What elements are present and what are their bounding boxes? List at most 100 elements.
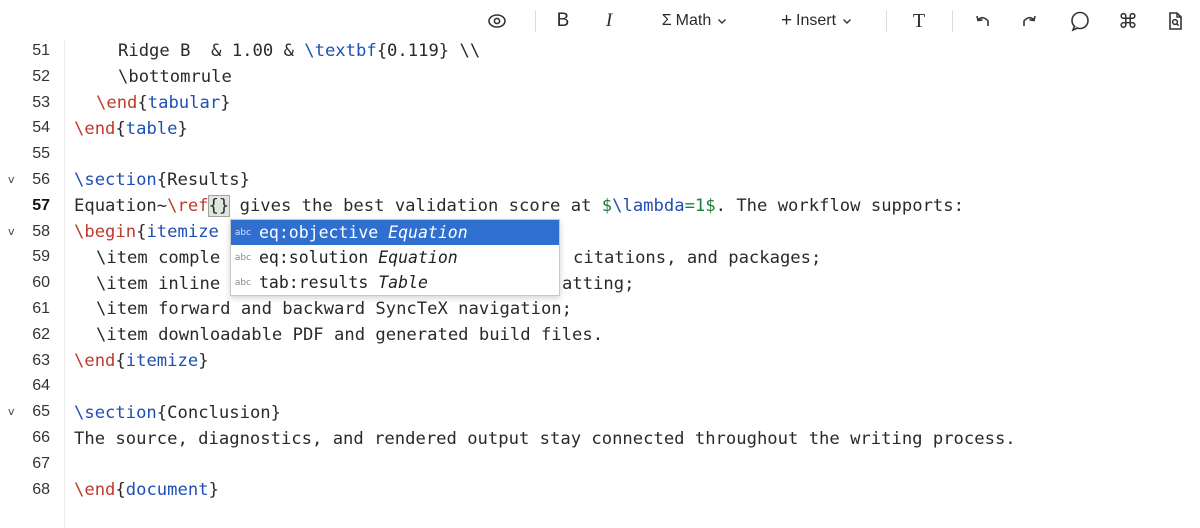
text-format-button[interactable]: T — [906, 8, 932, 34]
code-line-60[interactable]: \item inline — [74, 271, 220, 297]
environment-name: itemize — [146, 222, 219, 242]
chevron-down-icon — [718, 19, 727, 24]
code-line-53[interactable]: \end{tabular} — [74, 90, 231, 116]
line-number: 63 — [32, 351, 50, 369]
line-number: 59 — [32, 248, 50, 266]
code-line-66[interactable]: The source, diagnostics, and rendered ou… — [74, 426, 1016, 452]
italic-button[interactable]: I — [596, 8, 622, 34]
brace: { — [136, 222, 147, 242]
line-number: 52 — [32, 67, 50, 85]
line-number-gutter: 51 52 53 54 55 56 v 57 58 v 59 60 61 62 63 64 65 v 66 67 68 — [0, 40, 65, 528]
fold-toggle-icon[interactable]: v — [8, 167, 22, 193]
line-number: 54 — [32, 119, 50, 137]
line-number: 55 — [32, 145, 50, 163]
code-line-58[interactable]: \begin{itemize — [74, 219, 219, 245]
code-line-54[interactable]: \end{table} — [74, 116, 188, 142]
latex-command: \end — [74, 480, 116, 500]
autocomplete-popup: abc eq:objective Equation abc eq:solution … — [230, 219, 560, 296]
brace: { — [115, 480, 126, 500]
completion-type: Equation — [378, 248, 458, 267]
environment-name: document — [125, 480, 209, 500]
brace: } — [239, 170, 250, 190]
code-line-57[interactable]: Equation~\ref{} gives the best validatio… — [74, 193, 964, 219]
toolbar-separator — [886, 10, 887, 32]
code-line-56[interactable]: \section{Results} — [74, 167, 250, 193]
section-title: Conclusion — [167, 403, 271, 423]
code-text: \item inline — [96, 274, 221, 294]
text-format-label: T — [912, 9, 926, 32]
code-line-60-tail: atting; — [562, 271, 634, 297]
line-number: 53 — [32, 93, 50, 111]
undo-icon — [976, 15, 989, 26]
autocomplete-item[interactable]: abc eq:objective Equation — [231, 220, 559, 245]
code-text: . The workflow supports: — [715, 196, 964, 216]
brace: { — [115, 119, 126, 139]
code-line-68[interactable]: \end{document} — [74, 477, 219, 503]
latex-command: \ref — [167, 196, 209, 216]
code-text: atting; — [562, 274, 635, 294]
italic-label: I — [605, 10, 613, 31]
toolbar-separator — [952, 10, 953, 32]
fold-toggle-icon[interactable]: v — [8, 399, 22, 425]
code-line-65[interactable]: \section{Conclusion} — [74, 400, 281, 426]
review-document-button[interactable] — [1162, 8, 1188, 34]
environment-name: table — [125, 119, 178, 139]
bold-button[interactable]: B — [550, 8, 576, 34]
brace: { — [156, 403, 168, 423]
document-search-icon — [1169, 12, 1182, 30]
code-text: {0.119} \\ — [376, 41, 481, 61]
code-line-51[interactable]: Ridge B & 1.00 & \textbf{0.119} \\ — [74, 38, 480, 64]
code-text: \item downloadable PDF and generated bui… — [96, 325, 604, 345]
environment-name: tabular — [147, 93, 221, 113]
editor-toolbar: B I Σ Math + Insert T ⌘ — [0, 0, 1200, 40]
insert-label: Insert — [796, 12, 837, 29]
code-line-59[interactable]: \item comple — [74, 245, 220, 271]
code-line-62[interactable]: \item downloadable PDF and generated bui… — [74, 322, 603, 348]
code-text: citations, and packages; — [573, 248, 822, 268]
completion-label: tab:results — [259, 273, 369, 292]
latex-command: \section — [74, 403, 157, 423]
math-menu-button[interactable]: Σ Math — [652, 8, 738, 34]
math-command: \lambda — [612, 196, 685, 216]
bold-label: B — [556, 10, 570, 31]
insert-menu-button[interactable]: + Insert — [772, 8, 862, 34]
code-line-52[interactable]: \bottomrule — [74, 64, 232, 90]
math-content: =1$ — [684, 196, 716, 216]
code-text: \bottomrule — [118, 67, 232, 87]
preview-toggle-button[interactable] — [482, 8, 512, 34]
brace: } — [220, 93, 231, 113]
text-badge-icon: abc — [234, 278, 252, 288]
code-line-61[interactable]: \item forward and backward SyncTeX navig… — [74, 296, 572, 322]
line-number: 66 — [32, 429, 50, 446]
comment-button[interactable] — [1066, 8, 1094, 34]
cursor-brace-pair: {} — [207, 195, 231, 217]
command-palette-button[interactable]: ⌘ — [1114, 8, 1142, 34]
eye-icon — [488, 14, 506, 28]
comment-icon — [1071, 11, 1089, 32]
latex-command: \end — [74, 351, 116, 371]
line-number: 61 — [32, 300, 50, 317]
line-number: 67 — [32, 454, 50, 472]
code-text: The source, diagnostics, and rendered ou… — [74, 429, 1016, 449]
autocomplete-item[interactable]: abc eq:solution Equation — [231, 245, 559, 270]
latex-command: \begin — [74, 222, 137, 242]
fold-toggle-icon[interactable]: v — [8, 219, 22, 245]
redo-button[interactable] — [1016, 8, 1042, 34]
code-text: gives the best validation score at — [229, 196, 602, 216]
latex-command: \end — [74, 119, 116, 139]
text-badge-icon: abc — [234, 253, 252, 263]
latex-command: \textbf — [304, 41, 377, 61]
command-icon: ⌘ — [1118, 9, 1138, 33]
brace: { — [137, 93, 148, 113]
undo-button[interactable] — [970, 8, 996, 34]
autocomplete-item[interactable]: abc tab:results Table — [231, 270, 559, 295]
math-label: Math — [675, 12, 712, 29]
code-line-63[interactable]: \end{itemize} — [74, 348, 209, 374]
plus-icon: + — [780, 10, 793, 31]
code-text: \item forward and backward SyncTeX navig… — [96, 299, 572, 319]
brace: } — [208, 480, 219, 500]
line-number: 60 — [32, 274, 50, 292]
line-number: 64 — [32, 377, 50, 395]
latex-command: \end — [96, 93, 138, 113]
environment-name: itemize — [125, 351, 199, 371]
